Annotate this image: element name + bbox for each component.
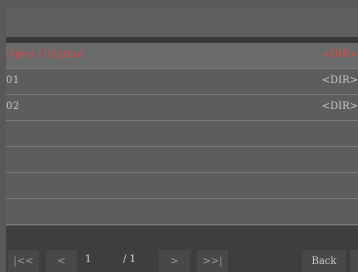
back-button[interactable]: Back <box>302 250 346 272</box>
list-item[interactable] <box>6 173 358 199</box>
current-page: 1 <box>85 254 92 265</box>
item-type: <DIR> <box>321 49 358 60</box>
last-page-button[interactable]: >>| <box>197 250 228 272</box>
list-item[interactable] <box>6 121 358 147</box>
title-bar <box>6 8 358 37</box>
item-type: <DIR> <box>321 101 358 112</box>
extra-button[interactable] <box>350 250 358 272</box>
item-name: 01 <box>6 75 20 86</box>
list-item[interactable]: 01 <DIR> <box>6 69 358 95</box>
item-type: <DIR> <box>321 75 358 86</box>
list-item[interactable]: 02 <DIR> <box>6 95 358 121</box>
file-list: Open Original <DIR> 01 <DIR> 02 <DIR> <box>6 43 358 225</box>
list-item[interactable]: Open Original <DIR> <box>6 43 358 69</box>
list-item[interactable] <box>6 147 358 173</box>
list-item[interactable] <box>6 199 358 225</box>
item-name: 02 <box>6 101 20 112</box>
pagination-bar: |<< < 1 / 1 > >>| Back <box>6 226 358 272</box>
first-page-button[interactable]: |<< <box>8 250 39 272</box>
next-page-button[interactable]: > <box>159 250 190 272</box>
total-pages: / 1 <box>123 254 136 265</box>
prev-page-button[interactable]: < <box>46 250 77 272</box>
item-name: Open Original <box>6 49 85 60</box>
